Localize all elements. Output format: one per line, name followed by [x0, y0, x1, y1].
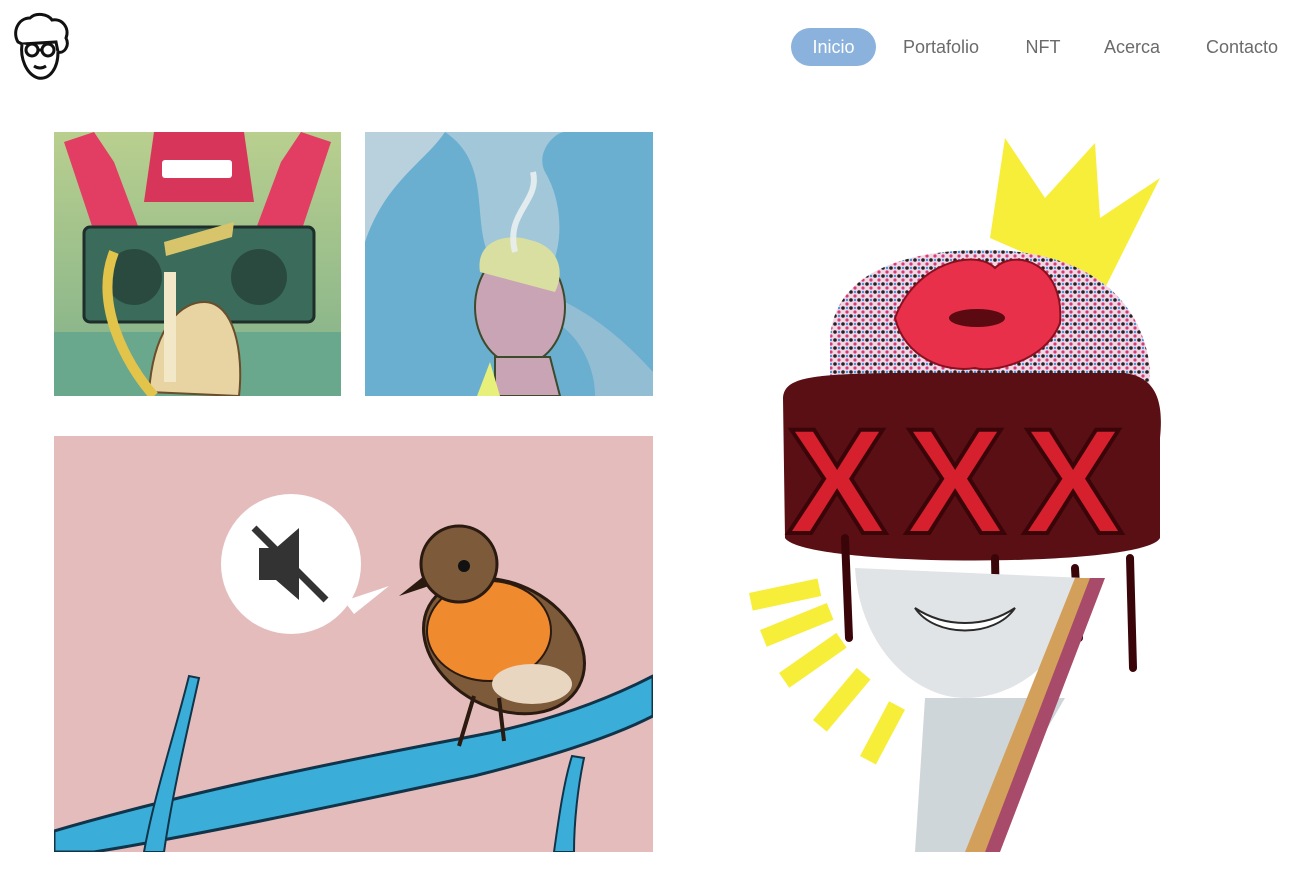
main-nav: Inicio Portafolio NFT Acerca Contacto [0, 28, 1302, 66]
hands-boombox-illustration [54, 132, 341, 396]
nav-item-contacto[interactable]: Contacto [1197, 28, 1287, 66]
artwork-hands-boombox[interactable] [54, 132, 341, 396]
svg-text:X: X [787, 397, 887, 565]
svg-text:X: X [905, 397, 1005, 565]
artwork-crowned-lips[interactable]: X X X [745, 138, 1165, 852]
artwork-smoking-bust[interactable] [365, 132, 653, 396]
smoking-bust-illustration [365, 132, 653, 396]
svg-text:X: X [1023, 397, 1123, 565]
nav-item-nft[interactable]: NFT [1019, 28, 1067, 66]
robin-mute-speech-illustration [54, 436, 653, 852]
nav-item-portafolio[interactable]: Portafolio [893, 28, 989, 66]
nav-item-inicio[interactable]: Inicio [791, 28, 876, 66]
crowned-lips-xxx-collage: X X X [749, 138, 1161, 852]
nav-item-acerca[interactable]: Acerca [1097, 28, 1167, 66]
artwork-robin-mute[interactable] [54, 436, 653, 852]
